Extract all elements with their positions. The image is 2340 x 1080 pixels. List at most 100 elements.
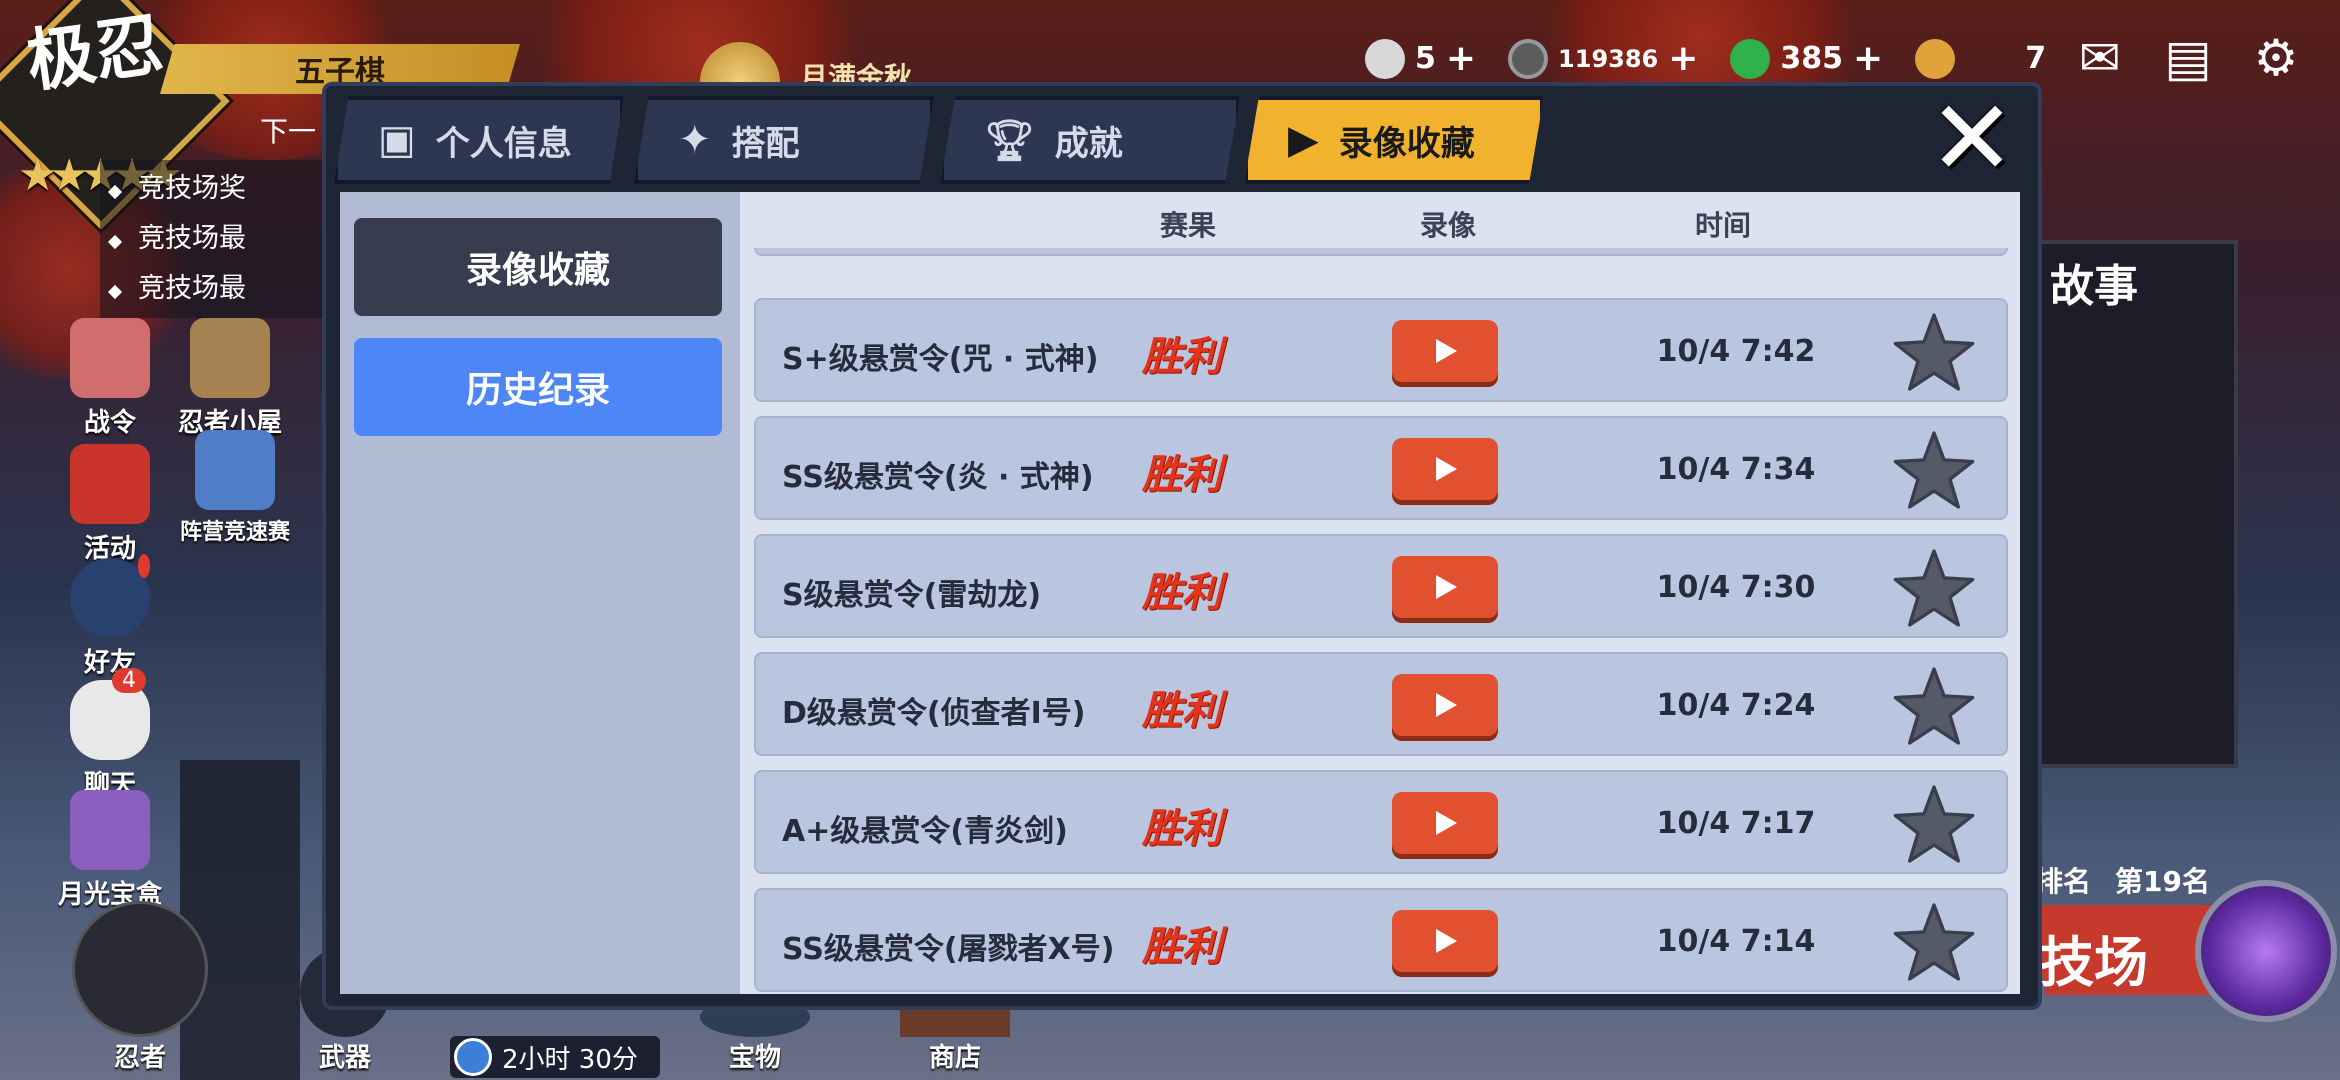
tab-achievements[interactable]: 🏆︎ 成就 <box>940 96 1240 184</box>
tab-recordings[interactable]: ▶ 录像收藏 <box>1244 96 1544 184</box>
nav-weapon-label: 武器 <box>318 1043 371 1073</box>
resource-bar: 5 + 119386 + 385 + 7 <box>1355 34 2056 83</box>
arena-info-line-3: 竞技场最 <box>107 264 350 314</box>
tab-recordings-label: 录像收藏 <box>1338 123 1475 164</box>
tab-loadout[interactable]: ✦ 搭配 <box>634 96 934 184</box>
add-coin-icon[interactable]: + <box>1668 38 1698 79</box>
row-bounty-name: SS级悬赏令(炎 · 式神) <box>782 460 1094 495</box>
table-row: S级悬赏令(雷劫龙) 胜利 10/4 7:30 <box>754 534 2008 638</box>
play-replay-button[interactable] <box>1392 320 1498 382</box>
mail-icon[interactable]: ✉ <box>2072 30 2128 86</box>
row-result: 胜利 <box>1142 333 1222 380</box>
side-camp-race-label: 阵营竞速赛 <box>179 520 290 545</box>
top-icons: ✉ ▤ ⚙ <box>2072 30 2304 86</box>
timer: 2小时 30分 <box>450 1036 660 1078</box>
favorite-star-icon[interactable] <box>1892 310 1976 394</box>
story-title: 故事 <box>2050 261 2138 312</box>
row-time: 10/4 7:42 <box>1656 334 1816 369</box>
timer-text: 2小时 30分 <box>502 1044 638 1075</box>
nav-ninja-label: 忍者 <box>113 1043 166 1073</box>
row-bounty-name: S级悬赏令(雷劫龙) <box>782 578 1042 613</box>
row-bounty-name: D级悬赏令(侦查者I号) <box>782 696 1086 731</box>
row-time: 10/4 7:34 <box>1656 452 1816 487</box>
side-battle-pass[interactable]: 战令 <box>50 318 170 439</box>
row-time: 10/4 7:24 <box>1656 688 1816 723</box>
side-chat[interactable]: 聊天 <box>50 680 170 801</box>
camp-race-icon <box>195 430 275 510</box>
arena-label: 技场 <box>2040 930 2148 994</box>
settings-gear-icon[interactable]: ⚙ <box>2248 30 2304 86</box>
side-moonlight-box[interactable]: 月光宝盒 <box>40 790 180 911</box>
favorite-star-icon[interactable] <box>1892 900 1976 984</box>
table-row: SS级悬赏令(炎 · 式神) 胜利 10/4 7:34 <box>754 416 2008 520</box>
row-time: 10/4 7:14 <box>1656 924 1816 959</box>
trophy-icon: 🏆︎ <box>984 117 1035 164</box>
play-replay-button[interactable] <box>1392 556 1498 618</box>
play-icon <box>1430 454 1460 484</box>
play-replay-button[interactable] <box>1392 792 1498 854</box>
play-replay-button[interactable] <box>1392 910 1498 972</box>
tab-personal-info-label: 个人信息 <box>435 123 572 164</box>
id-card-icon: ▣ <box>378 117 416 163</box>
play-icon: ▶ <box>1288 117 1319 163</box>
play-replay-button[interactable] <box>1392 674 1498 736</box>
row-result: 胜利 <box>1142 687 1222 734</box>
play-replay-button[interactable] <box>1392 438 1498 500</box>
story-scroll[interactable] <box>2030 240 2238 768</box>
sidebar-recordings-button[interactable]: 录像收藏 <box>354 218 722 316</box>
nav-ninja[interactable]: 忍者 <box>70 901 210 1074</box>
jade-icon <box>1730 38 1771 79</box>
row-result: 胜利 <box>1142 569 1222 616</box>
purple-gem-icon <box>2195 880 2337 1022</box>
side-activity[interactable]: 活动 <box>50 444 170 565</box>
key-icon <box>1915 38 1956 79</box>
play-icon <box>1430 926 1460 956</box>
nav-shop-label: 商店 <box>928 1043 981 1073</box>
table-row: A+级悬赏令(青炎剑) 胜利 10/4 7:17 <box>754 770 2008 874</box>
notice-board-icon[interactable]: ▤ <box>2160 30 2216 86</box>
close-icon[interactable]: ✕ <box>1922 86 2022 190</box>
row-bounty-name: S+级悬赏令(咒 · 式神) <box>782 342 1099 377</box>
resource-key[interactable]: 7 <box>1905 35 2056 83</box>
favorite-star-icon[interactable] <box>1892 428 1976 512</box>
shuriken-icon: ✦ <box>678 117 712 163</box>
favorite-star-icon[interactable] <box>1892 546 1976 630</box>
side-friends[interactable]: 好友 <box>50 558 170 679</box>
torii-icon <box>70 444 150 524</box>
row-result: 胜利 <box>1142 451 1222 498</box>
tab-achievements-label: 成就 <box>1054 123 1123 164</box>
table-row: SS级悬赏令(屠戮者X号) 胜利 10/4 7:14 <box>754 888 2008 992</box>
add-jade-icon[interactable]: + <box>1853 38 1883 79</box>
side-camp-race[interactable]: 阵营竞速赛 <box>170 430 300 546</box>
ninja-portrait-icon <box>72 901 208 1037</box>
side-battle-pass-label: 战令 <box>83 408 136 438</box>
favorite-star-icon[interactable] <box>1892 782 1976 866</box>
sidebar-history-button[interactable]: 历史纪录 <box>354 338 722 436</box>
resource-rice[interactable]: 5 + <box>1355 34 1486 83</box>
row-bounty-name: SS级悬赏令(屠戮者X号) <box>782 932 1115 967</box>
resource-jade[interactable]: 385 + <box>1720 34 1893 83</box>
resource-rice-value: 5 <box>1415 41 1436 76</box>
next-line: 下一 <box>260 115 317 148</box>
battle-pass-icon <box>70 318 150 398</box>
tab-loadout-label: 搭配 <box>731 123 800 164</box>
resource-coin-value: 119386 <box>1558 44 1659 73</box>
coin-icon <box>1508 38 1549 79</box>
friends-notification-dot <box>138 554 150 578</box>
add-rice-icon[interactable]: + <box>1446 38 1476 79</box>
column-time: 时间 <box>1695 209 1752 242</box>
list-header: 赛果 录像 时间 <box>740 192 2020 248</box>
rank-label: 排名 <box>2035 865 2092 898</box>
resource-jade-value: 385 <box>1780 41 1844 76</box>
arena-info-line-1: 竞技场奖 <box>107 164 350 214</box>
play-icon <box>1430 808 1460 838</box>
row-time: 10/4 7:17 <box>1656 806 1816 841</box>
moonlight-box-icon <box>70 790 150 870</box>
resource-coin[interactable]: 119386 + <box>1498 34 1708 83</box>
ninja-house-icon <box>190 318 270 398</box>
favorite-star-icon[interactable] <box>1892 664 1976 748</box>
nav-treasure-label: 宝物 <box>728 1043 781 1073</box>
tab-personal-info[interactable]: ▣ 个人信息 <box>334 96 624 184</box>
side-ninja-house[interactable]: 忍者小屋 <box>170 318 290 439</box>
row-bounty-name: A+级悬赏令(青炎剑) <box>782 814 1068 849</box>
